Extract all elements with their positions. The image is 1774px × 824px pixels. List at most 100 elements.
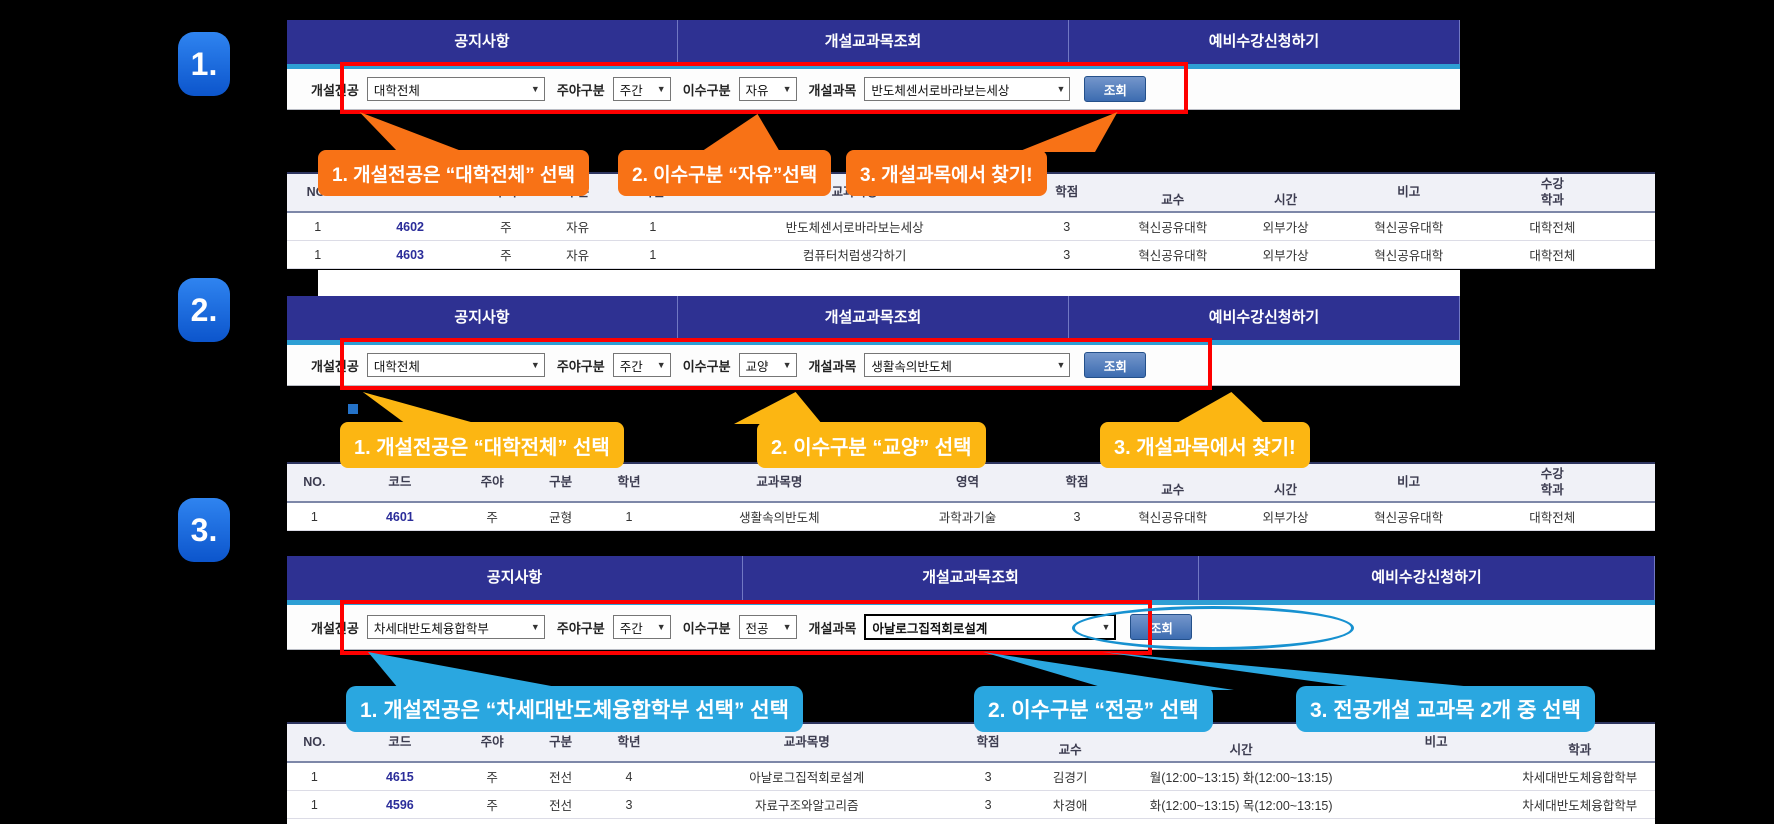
- table-row: 14596주전선3자료구조와알고리즘3차경애화(12:00~13:15) 목(1…: [287, 791, 1655, 819]
- screenshot-white-margin: [318, 270, 1460, 296]
- filter-label-completion-type: 이수구분: [683, 356, 731, 375]
- column-header: 수강 학과: [1477, 173, 1627, 212]
- course-code-link[interactable]: 4601: [342, 502, 458, 531]
- table-cell: 자료구조와알고리즘: [663, 791, 950, 819]
- tab-notices[interactable]: 공지사항: [287, 20, 678, 64]
- day-night-select[interactable]: 주간▼: [613, 353, 671, 377]
- dropdown-arrow-icon: ▼: [531, 360, 540, 370]
- tab-notices[interactable]: 공지사항: [287, 296, 678, 340]
- major-select[interactable]: 대학전체▼: [367, 353, 545, 377]
- tab-pre-registration[interactable]: 예비수강신청하기: [1069, 296, 1460, 340]
- table-cell: 3: [950, 762, 1025, 791]
- completion-type-select[interactable]: 자유▼: [739, 77, 797, 101]
- callout-step3: 3. 전공개설 교과목 2개 중 선택: [1296, 686, 1595, 732]
- table-cell: 주: [458, 791, 526, 819]
- table-cell: 월(12:00~13:15) 화(12:00~13:15): [1115, 762, 1368, 791]
- table-cell: 반도체센서로바라보는세상: [691, 212, 1019, 241]
- dropdown-arrow-icon: ▼: [783, 622, 792, 632]
- tab-notices[interactable]: 공지사항: [287, 556, 743, 600]
- completion-type-select[interactable]: 교양▼: [739, 353, 797, 377]
- callout-step1: 1. 개설전공은 “대학전체” 선택: [318, 150, 589, 196]
- course-code-link[interactable]: 4615: [342, 762, 458, 791]
- course-select[interactable]: 반도체센서로바라보는세상▼: [864, 77, 1070, 101]
- column-header: 코드: [342, 463, 458, 502]
- callout-pointer: [1145, 392, 1265, 424]
- filter-label-major: 개설전공: [311, 356, 359, 375]
- course-search-filter-bar: 개설전공 차세대반도체융합학부▼ 주야구분 주간▼ 이수구분 전공▼ 개설과목 …: [287, 605, 1655, 650]
- column-header: 구분: [526, 463, 594, 502]
- tab-course-search[interactable]: 개설교과목조회: [743, 556, 1199, 600]
- completion-type-select[interactable]: 전공▼: [739, 615, 797, 639]
- column-header: 교수: [1115, 173, 1231, 212]
- day-night-select[interactable]: 주간▼: [613, 615, 671, 639]
- table-cell: 1: [595, 502, 663, 531]
- course-results-table: NO.코드주야구분학년교과목명영역학점 교수 시간비고수강 학과14601주균형…: [287, 462, 1655, 531]
- table-cell: 차세대반도체융합학부: [1504, 791, 1655, 819]
- dropdown-arrow-icon: ▼: [783, 84, 792, 94]
- table-cell: 3: [1019, 212, 1115, 241]
- table-cell: 전선: [526, 762, 594, 791]
- table-cell: 1: [615, 212, 690, 241]
- search-button[interactable]: 조회: [1130, 614, 1192, 640]
- callout-pointer: [358, 392, 478, 424]
- search-button[interactable]: 조회: [1084, 352, 1146, 378]
- table-header-row: NO.코드주야구분학년교과목명영역학점 교수 시간비고수강 학과: [287, 463, 1655, 502]
- course-code-link[interactable]: 4603: [349, 241, 472, 269]
- table-cell: 차세대반도체융합학부: [1504, 762, 1655, 791]
- filter-label-day-night: 주야구분: [557, 80, 605, 99]
- filter-label-major: 개설전공: [311, 618, 359, 637]
- tab-course-search[interactable]: 개설교과목조회: [678, 296, 1069, 340]
- filter-label-course: 개설과목: [809, 356, 857, 375]
- table-cell: 대학전체: [1477, 241, 1627, 269]
- table-cell: 혁신공유대학: [1115, 212, 1231, 241]
- table-cell: 주: [472, 241, 540, 269]
- step-badge-3: 3.: [178, 498, 230, 562]
- table-row: 14602주자유1반도체센서로바라보는세상3혁신공유대학외부가상혁신공유대학대학…: [287, 212, 1655, 241]
- dropdown-arrow-icon: ▼: [1056, 360, 1065, 370]
- cropped-text-fragment: [348, 404, 358, 414]
- tab-pre-registration[interactable]: 예비수강신청하기: [1199, 556, 1655, 600]
- course-select[interactable]: 생활속의반도체▼: [864, 353, 1070, 377]
- dropdown-arrow-icon: ▼: [531, 622, 540, 632]
- dropdown-arrow-icon: ▼: [1101, 622, 1110, 632]
- table-cell: [1628, 212, 1655, 241]
- callout-pointer: [690, 114, 780, 152]
- dropdown-arrow-icon: ▼: [783, 360, 792, 370]
- search-button[interactable]: 조회: [1084, 76, 1146, 102]
- column-header: 학점: [1039, 463, 1114, 502]
- dropdown-arrow-icon: ▼: [531, 84, 540, 94]
- callout-step3: 3. 개설과목에서 찾기!: [1100, 422, 1310, 468]
- filter-label-course: 개설과목: [809, 618, 857, 637]
- table-cell: 아날로그집적회로설계: [663, 762, 950, 791]
- course-code-link[interactable]: 4596: [342, 791, 458, 819]
- table-cell: 외부가상: [1231, 502, 1340, 531]
- table-cell: 혁신공유대학: [1340, 241, 1477, 269]
- callout-step2: 2. 이수구분 “전공” 선택: [974, 686, 1213, 732]
- filter-label-day-night: 주야구분: [557, 356, 605, 375]
- major-select[interactable]: 차세대반도체융합학부▼: [367, 615, 545, 639]
- table-cell: 1: [287, 212, 349, 241]
- course-code-link[interactable]: 4602: [349, 212, 472, 241]
- table-cell: 김경기: [1026, 762, 1115, 791]
- table-row: 14603주자유1컴퓨터처럼생각하기3혁신공유대학외부가상혁신공유대학대학전체: [287, 241, 1655, 269]
- course-select[interactable]: 아날로그집적회로설계▼: [864, 614, 1116, 640]
- dropdown-arrow-icon: ▼: [657, 84, 666, 94]
- table-cell: 1: [615, 241, 690, 269]
- major-select[interactable]: 대학전체▼: [367, 77, 545, 101]
- table-cell: 1: [287, 241, 349, 269]
- table-cell: [1368, 791, 1505, 819]
- table-cell: 주: [458, 762, 526, 791]
- tab-course-search[interactable]: 개설교과목조회: [678, 20, 1069, 64]
- column-header-filler: [1628, 173, 1655, 212]
- column-header: 주야: [458, 463, 526, 502]
- tab-pre-registration[interactable]: 예비수강신청하기: [1069, 20, 1460, 64]
- step-badge-1: 1.: [178, 32, 230, 96]
- table-cell: 혁신공유대학: [1115, 241, 1231, 269]
- day-night-select[interactable]: 주간▼: [613, 77, 671, 101]
- column-header: 비고: [1340, 463, 1477, 502]
- table-cell: 자유: [540, 241, 615, 269]
- table-cell: 전선: [526, 791, 594, 819]
- table-cell: 1: [287, 762, 342, 791]
- table-row: 14601주균형1생활속의반도체과학과기술3혁신공유대학외부가상혁신공유대학대학…: [287, 502, 1655, 531]
- dropdown-arrow-icon: ▼: [1056, 84, 1065, 94]
